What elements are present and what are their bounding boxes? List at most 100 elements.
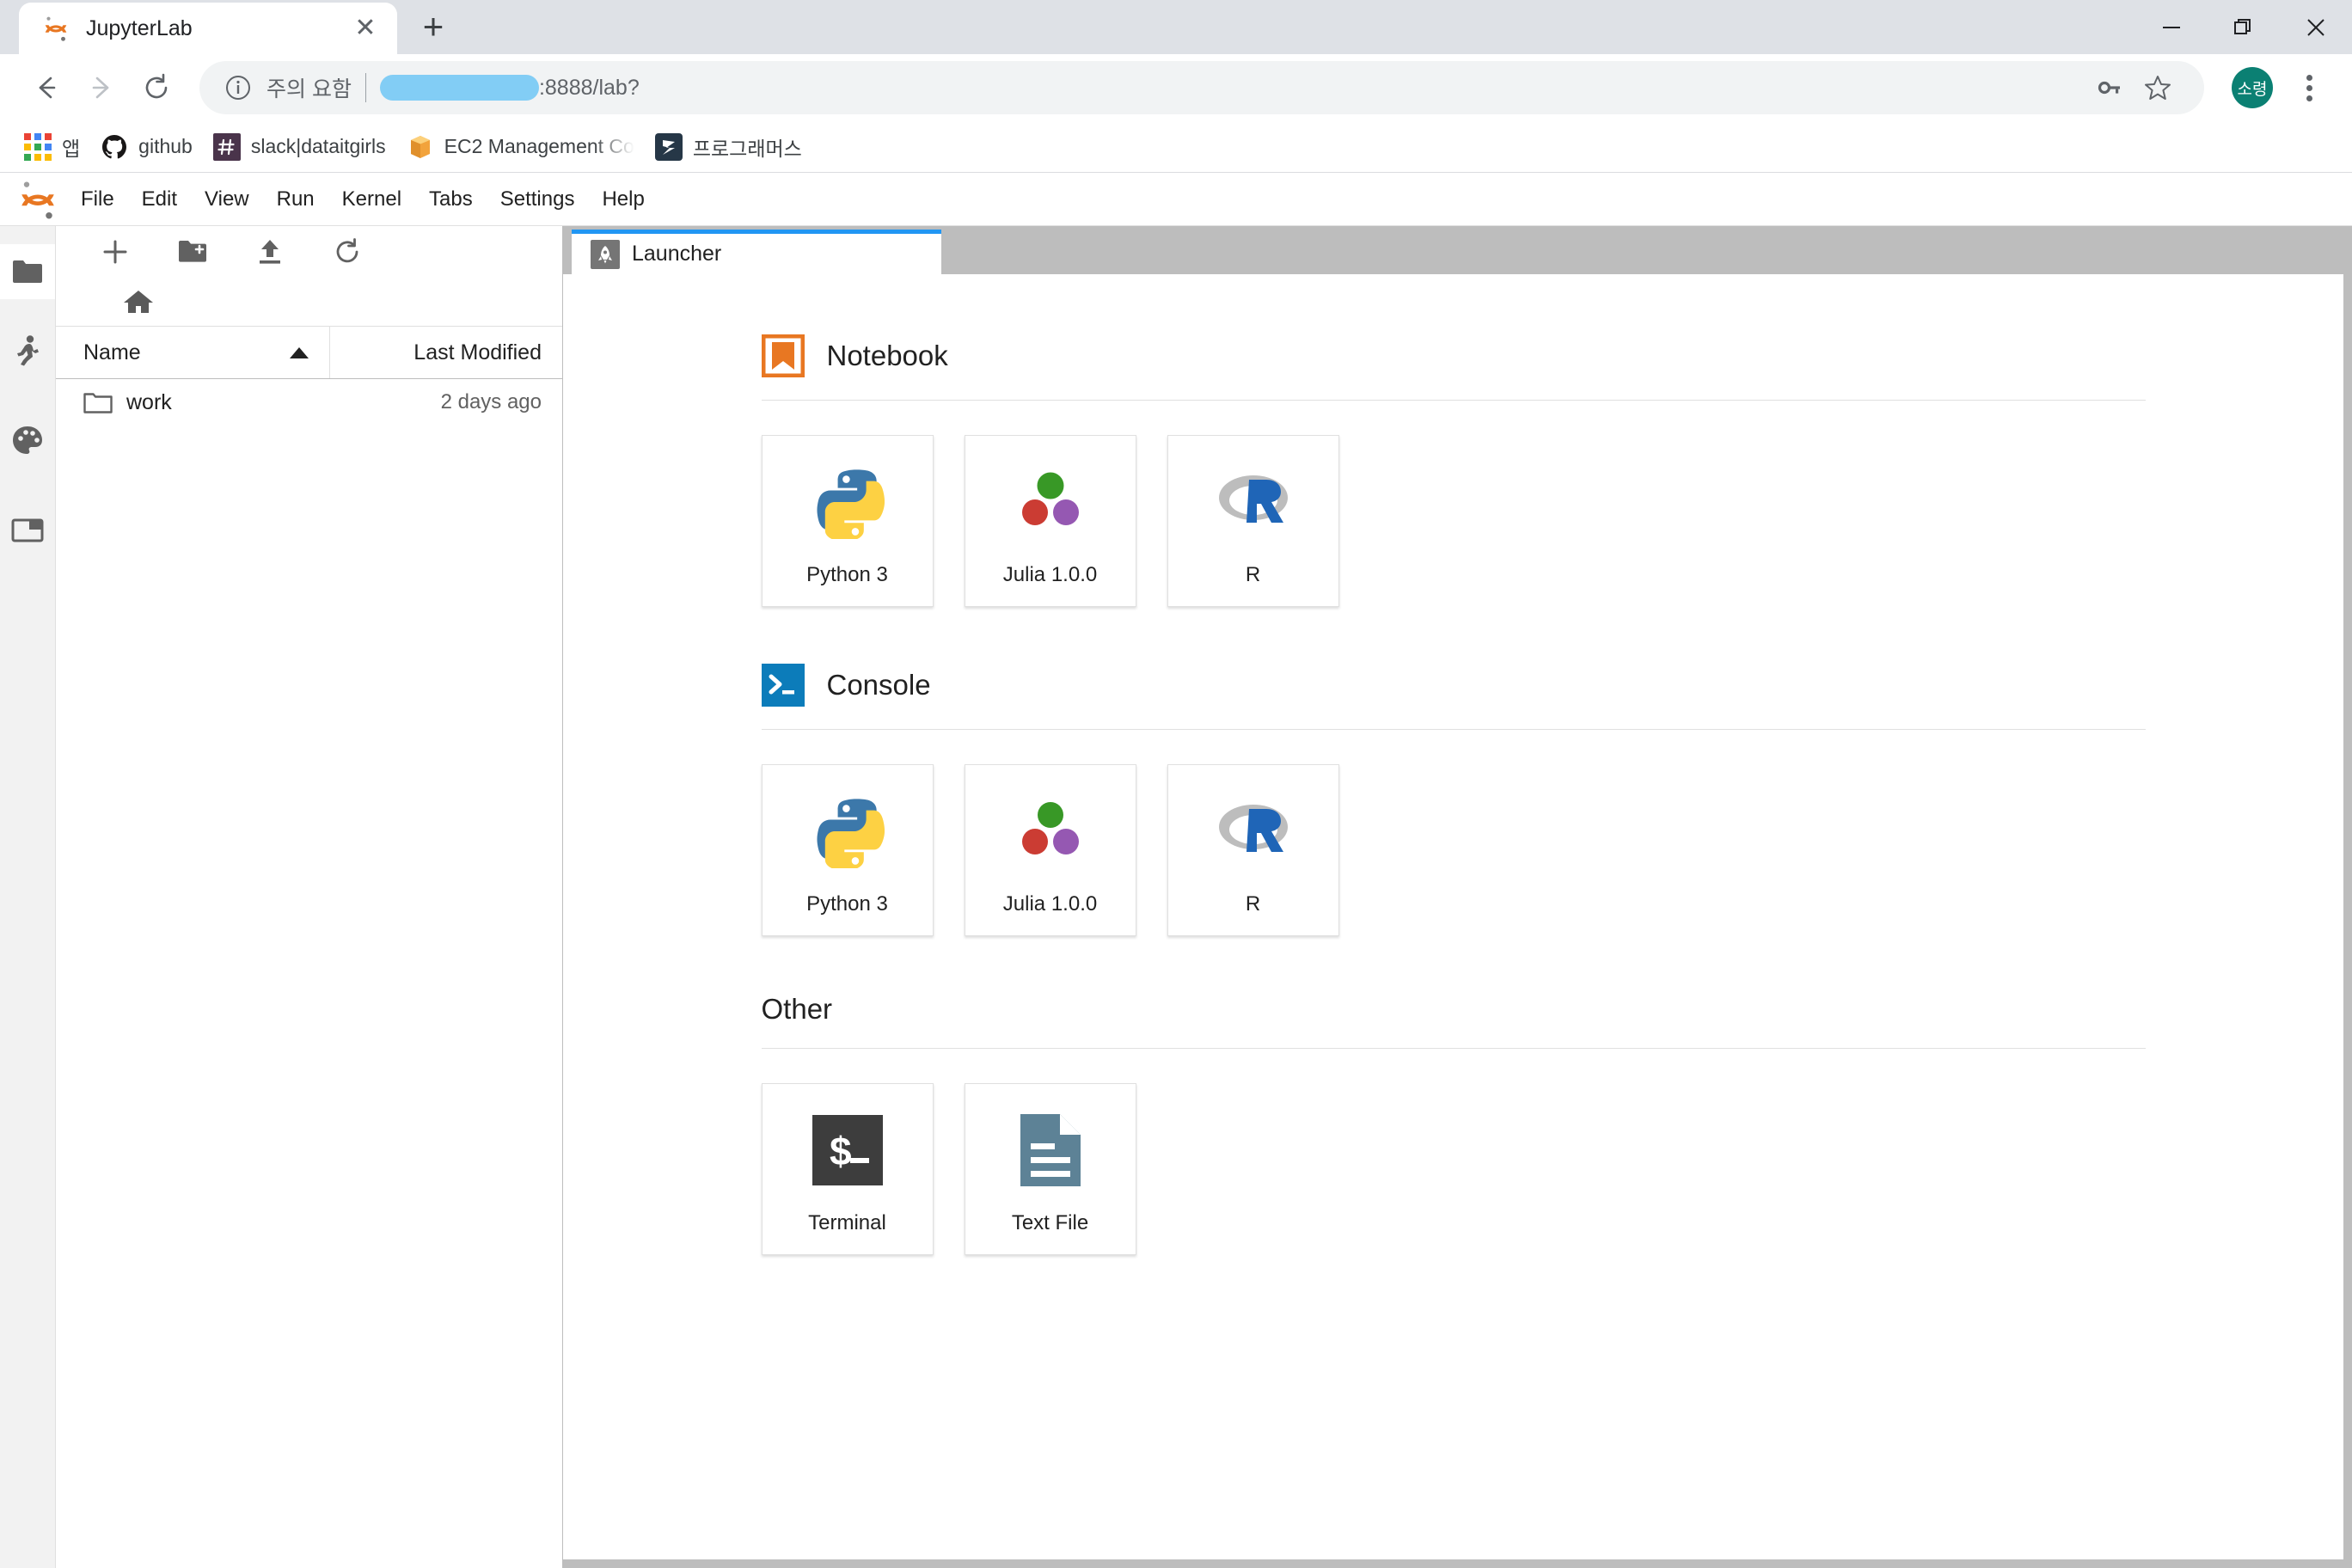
svg-text:$: $ [830,1129,852,1173]
star-icon[interactable] [2134,64,2182,112]
launcher-card-python3-notebook[interactable]: Python 3 [761,435,934,607]
sidebar-item-running[interactable] [0,323,55,378]
new-folder-button[interactable] [154,229,231,275]
julia-logo-icon [1010,462,1091,542]
bookmark-github[interactable]: github [90,126,203,168]
python-logo-icon [807,462,888,542]
section-title: Other [761,993,833,1025]
launcher-card-python3-console[interactable]: Python 3 [761,764,934,936]
menu-tabs[interactable]: Tabs [415,173,487,226]
home-icon[interactable] [123,285,157,319]
menu-view[interactable]: View [191,173,263,226]
other-card-list: $ Terminal Text File [761,1049,2146,1255]
aws-cube-icon [407,133,434,161]
close-icon[interactable]: ✕ [347,10,383,46]
slack-hash-icon [212,132,241,161]
file-name-label: work [126,389,172,414]
profile-avatar[interactable]: 소령 [2232,67,2273,108]
menu-run[interactable]: Run [263,173,328,226]
file-browser-breadcrumb[interactable] [56,278,562,326]
text-file-icon [1010,1110,1091,1191]
file-browser-row-work[interactable]: work 2 days ago [56,379,562,426]
menu-settings[interactable]: Settings [487,173,589,226]
maximize-icon[interactable] [2208,0,2280,54]
jupyterlab-menubar: File Edit View Run Kernel Tabs Settings … [0,173,2352,226]
omnibox-actions [2086,64,2182,112]
browser-window: JupyterLab ✕ + 주의 요함:8888/lab? 소령 앱 git… [0,0,2352,1568]
tab-launcher-label: Launcher [632,242,722,266]
launcher-panel: Notebook Python 3 Julia 1.0.0 R Console … [563,274,2343,1559]
apps-grid-icon [24,132,52,161]
launcher-card-label: Text File [1011,1211,1089,1234]
url-text: :8888/lab? [379,75,640,101]
sidebar-item-open-tabs[interactable] [0,502,55,557]
redacted-host [379,75,539,101]
new-folder-icon [178,239,207,265]
running-person-icon [13,334,42,367]
bookmark-label: 프로그래머스 [692,137,802,160]
bookmark-label: 앱 [62,137,81,160]
bookmark-label: EC2 Management Co [444,135,634,157]
file-browser-panel: Name Last Modified work 2 days ago [56,226,563,1568]
folder-icon [83,390,113,414]
upload-button[interactable] [231,229,309,275]
refresh-icon [333,237,362,266]
section-header: Other [762,993,2146,1048]
menu-help[interactable]: Help [588,173,658,226]
jupyter-logo-icon [41,14,70,43]
column-header-name[interactable]: Name [56,327,330,378]
bookmark-apps[interactable]: 앱 [14,126,90,168]
close-icon[interactable] [2280,0,2352,54]
new-launcher-button[interactable] [77,229,154,275]
bookmark-label: slack|dataitgirls [250,135,386,157]
browser-tab-jupyterlab[interactable]: JupyterLab ✕ [19,3,397,54]
file-browser-toolbar [56,226,562,278]
launcher-card-label: Python 3 [806,563,888,586]
address-bar[interactable]: 주의 요함 :8888/lab? [199,61,2204,114]
reload-icon[interactable] [129,60,184,115]
section-header: Console [761,664,2146,729]
bookmark-programmers[interactable]: 프로그래머스 [645,126,812,168]
sidebar-item-commands[interactable] [0,413,55,468]
browser-titlebar: JupyterLab ✕ + [0,0,2352,54]
upload-icon [255,237,285,266]
launcher-card-terminal[interactable]: $ Terminal [761,1083,934,1255]
back-arrow-icon[interactable] [19,60,74,115]
jupyterlab-app: File Edit View Run Kernel Tabs Settings … [0,173,2352,1568]
rocket-launcher-icon [591,239,620,269]
launcher-section-notebook: Notebook Python 3 Julia 1.0.0 R [761,334,2146,607]
refresh-button[interactable] [309,229,386,275]
palette-icon [11,425,44,456]
launcher-section-other: Other $ Terminal Text File [761,993,2146,1255]
r-logo-icon [1213,791,1294,872]
column-header-last-modified[interactable]: Last Modified [330,327,562,378]
table-row-last-modified: 2 days ago [440,390,542,413]
forward-arrow-icon[interactable] [74,60,129,115]
notebook-bookmark-icon [761,334,805,377]
new-tab-button[interactable]: + [409,3,457,51]
launcher-card-julia-console[interactable]: Julia 1.0.0 [964,764,1136,936]
launcher-card-label: R [1245,563,1261,586]
python-logo-icon [807,791,888,872]
info-circle-icon[interactable] [222,71,254,104]
bookmark-ec2-management-console[interactable]: EC2 Management Co [396,126,645,168]
launcher-card-julia-notebook[interactable]: Julia 1.0.0 [964,435,1136,607]
menu-edit[interactable]: Edit [128,173,191,226]
launcher-card-r-notebook[interactable]: R [1167,435,1339,607]
menu-file[interactable]: File [67,173,128,226]
github-icon [101,133,128,161]
main-tabbar: Launcher [563,226,2352,274]
minimize-icon[interactable] [2135,0,2208,54]
section-title: Console [826,669,931,701]
launcher-card-label: Julia 1.0.0 [1002,563,1098,586]
launcher-section-console: Console Python 3 Julia 1.0.0 R [761,664,2146,936]
launcher-card-label: Julia 1.0.0 [1002,892,1098,916]
key-icon[interactable] [2086,64,2134,112]
three-dots-menu-icon[interactable] [2285,64,2333,112]
launcher-card-r-console[interactable]: R [1167,764,1339,936]
bookmark-slack-dataitgirls[interactable]: slack|dataitgirls [203,126,396,168]
sidebar-item-file-browser[interactable] [0,244,55,299]
tab-launcher[interactable]: Launcher [572,230,941,274]
launcher-card-text-file[interactable]: Text File [964,1083,1136,1255]
menu-kernel[interactable]: Kernel [328,173,415,226]
